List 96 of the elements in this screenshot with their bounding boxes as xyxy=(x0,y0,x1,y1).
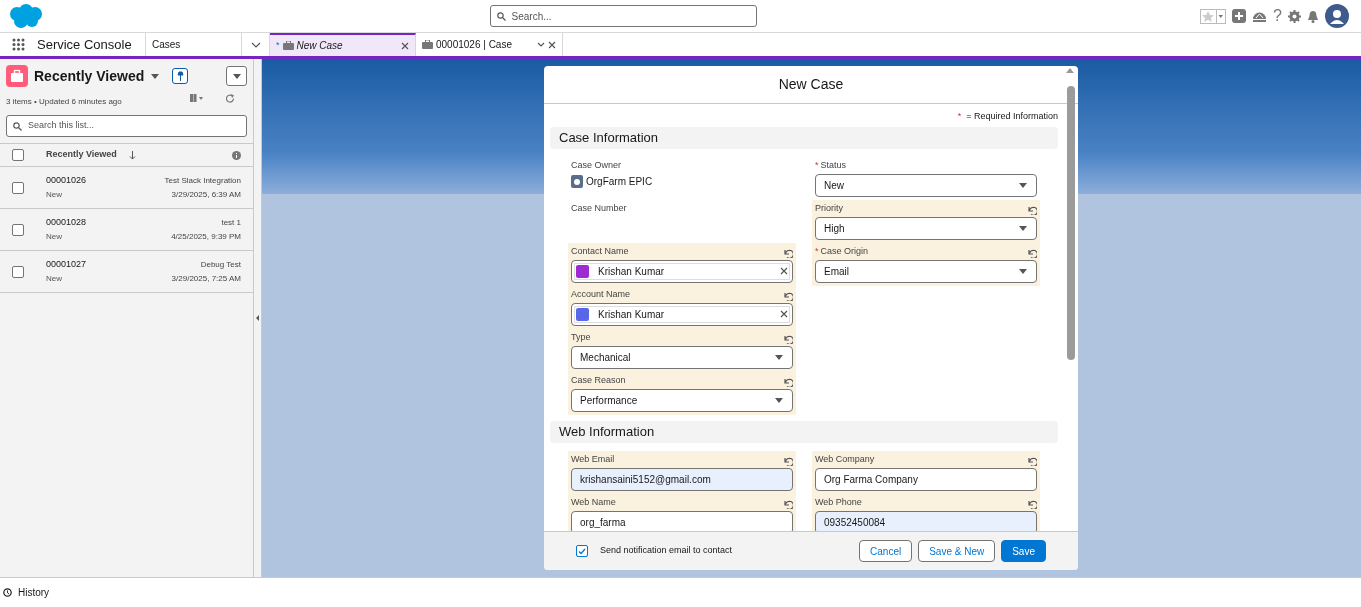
pin-button[interactable] xyxy=(172,68,189,84)
field-label: * Status xyxy=(815,159,848,173)
case-date: 3/29/2025, 6:39 AM xyxy=(171,188,241,201)
app-launcher-icon[interactable] xyxy=(12,38,25,51)
case-subject: Test Slack Integration xyxy=(164,174,241,187)
case-number[interactable]: 00001027 xyxy=(46,257,87,272)
pin-icon xyxy=(176,70,184,82)
required-note: = Required Information xyxy=(966,110,1058,123)
refresh-icon[interactable] xyxy=(226,93,235,103)
help-icon[interactable]: ? xyxy=(1273,8,1282,24)
case-status: New xyxy=(46,273,63,286)
case-briefcase-icon xyxy=(6,65,28,87)
briefcase-icon xyxy=(282,41,294,50)
case-date: 4/25/2025, 9:39 PM xyxy=(171,230,241,243)
case-number[interactable]: 00001026 xyxy=(46,173,87,188)
case-subject: Debug Test xyxy=(200,258,241,271)
caret-icon xyxy=(1018,225,1028,231)
field-label: Contact Name xyxy=(571,245,630,259)
case-subject: test 1 xyxy=(221,216,241,229)
modal-title: New Case xyxy=(778,75,844,94)
picklist-field[interactable]: High xyxy=(815,216,1037,240)
input-field[interactable]: 09352450084 xyxy=(815,510,1037,531)
picklist-field[interactable]: Mechanical xyxy=(571,345,793,369)
field-label: Case Owner xyxy=(571,159,623,173)
scrollbar-thumb[interactable] xyxy=(1067,86,1075,360)
chevron-down-icon[interactable] xyxy=(537,41,545,48)
search-field[interactable]: Search... xyxy=(489,5,757,27)
list-search-field[interactable]: Search this list... xyxy=(6,115,247,137)
required-mark: * xyxy=(957,110,962,123)
field-label: Priority xyxy=(815,202,844,216)
info-icon xyxy=(232,150,241,160)
scroll-up-icon[interactable] xyxy=(1066,68,1074,73)
column-header[interactable]: Recently Viewed xyxy=(46,148,117,162)
field-label: * Case Origin xyxy=(815,245,870,259)
input-field[interactable]: Org Farma Company xyxy=(815,467,1037,491)
row-checkbox[interactable] xyxy=(12,265,24,278)
input-field[interactable]: org_farma xyxy=(571,510,793,531)
user-icon xyxy=(571,174,583,188)
picklist-field[interactable]: New xyxy=(815,173,1037,197)
field-label: Web Name xyxy=(571,496,617,510)
briefcase-icon xyxy=(422,40,433,49)
field-label: Case Reason xyxy=(571,374,627,388)
field-label: Web Phone xyxy=(815,496,863,510)
caret-icon xyxy=(1018,182,1028,188)
avatar-icon[interactable] xyxy=(1325,4,1349,28)
picklist-field[interactable]: Email xyxy=(815,259,1037,283)
caret-icon xyxy=(1018,268,1028,274)
lookup-field[interactable]: Krishan Kumar xyxy=(571,259,793,283)
caret-icon xyxy=(231,73,242,79)
close-icon[interactable] xyxy=(401,41,409,50)
search-icon xyxy=(13,121,22,131)
history-icon xyxy=(3,588,12,597)
row-checkbox[interactable] xyxy=(12,223,24,236)
workspace-tab[interactable]: * New Case xyxy=(270,33,416,56)
case-date: 3/29/2025, 7:25 AM xyxy=(171,272,241,285)
row-checkbox[interactable] xyxy=(12,181,24,194)
field-label: Type xyxy=(571,331,592,345)
select-all-checkbox[interactable] xyxy=(12,149,24,161)
add-icon[interactable] xyxy=(1232,9,1247,23)
notify-checkbox[interactable] xyxy=(576,545,588,557)
field-label: Web Company xyxy=(815,453,876,467)
close-icon[interactable] xyxy=(548,40,556,49)
notify-label: Send notification email to contact xyxy=(600,544,733,558)
search-icon xyxy=(496,11,506,21)
caret-icon[interactable] xyxy=(150,73,161,79)
display-as-icon[interactable] xyxy=(190,94,204,102)
notifications-icon[interactable] xyxy=(1307,9,1319,23)
case-status: New xyxy=(46,231,63,244)
section-header[interactable]: Web Information xyxy=(550,420,1058,443)
modal-button[interactable]: Save xyxy=(1001,540,1046,562)
owner-link[interactable]: OrgFarm EPIC xyxy=(586,173,653,189)
sort-arrow-icon xyxy=(128,150,136,160)
object-tab[interactable]: Cases xyxy=(152,37,181,52)
clear-icon[interactable] xyxy=(780,267,788,275)
picklist-field[interactable]: Performance xyxy=(571,388,793,412)
case-status: New xyxy=(46,189,63,202)
list-menu-button[interactable] xyxy=(226,66,247,86)
input-field[interactable]: krishansaini5152@gmail.com xyxy=(571,467,793,491)
chevron-down-icon[interactable] xyxy=(250,41,261,48)
caret-icon xyxy=(774,397,784,403)
caret-icon xyxy=(774,354,784,360)
settings-icon[interactable] xyxy=(1288,9,1301,23)
section-header[interactable]: Case Information xyxy=(550,126,1058,149)
field-label: Account Name xyxy=(571,288,632,302)
field-label: Case Number xyxy=(571,202,628,216)
lookup-field[interactable]: Krishan Kumar xyxy=(571,302,793,326)
history-tab[interactable]: History xyxy=(18,585,50,600)
field-label: Web Email xyxy=(571,453,616,467)
modal-button[interactable]: Save & New xyxy=(918,540,996,562)
case-number[interactable]: 00001028 xyxy=(46,215,87,230)
list-view-title[interactable]: Recently Viewed xyxy=(34,65,145,87)
workspace-tab[interactable]: 00001026 | Case xyxy=(416,33,563,56)
list-meta-text: 3 items • Updated 6 minutes ago xyxy=(6,96,123,108)
clear-icon[interactable] xyxy=(780,310,788,318)
app-name: Service Console xyxy=(37,35,132,54)
modal-button[interactable]: Cancel xyxy=(859,540,913,562)
